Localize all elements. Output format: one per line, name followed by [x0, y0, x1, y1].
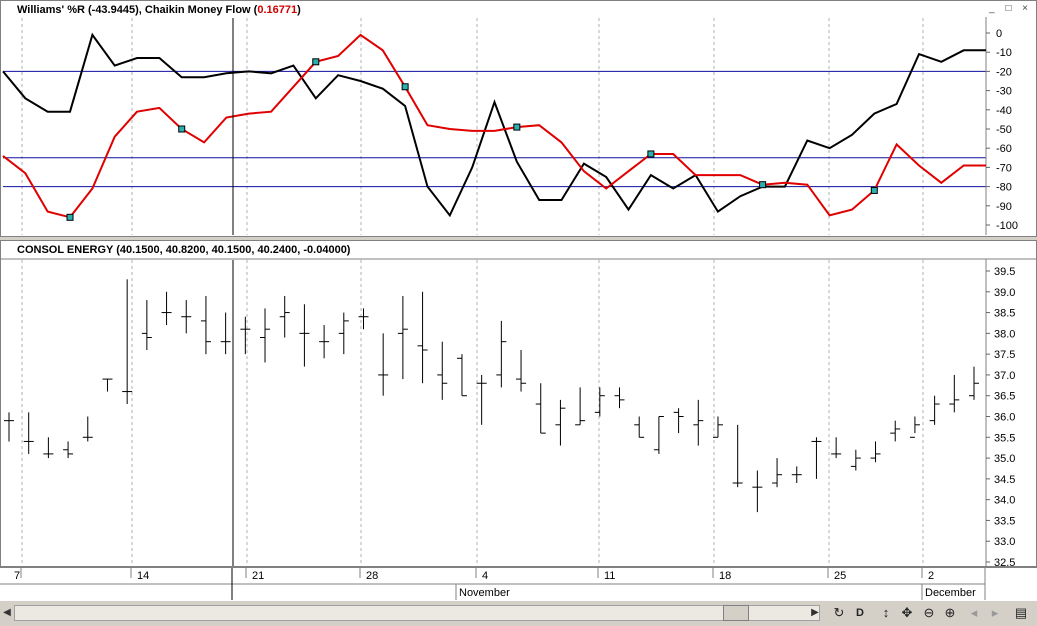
scroll-track[interactable]: [14, 605, 820, 621]
y-tick-label: -40: [996, 105, 1012, 117]
y-tick-label: 35.5: [994, 432, 1015, 444]
date-label: 21: [252, 570, 264, 582]
plot-area: [3, 259, 986, 565]
y-tick-label: 34.0: [994, 495, 1015, 507]
y-tick-label: -20: [996, 66, 1012, 78]
y-tick-label: 33.5: [994, 515, 1015, 527]
refresh-icon[interactable]: ↻: [830, 604, 848, 622]
date-label: 7: [14, 570, 20, 582]
date-label: 4: [482, 570, 488, 582]
data-marker: [178, 125, 186, 133]
y-tick-label: 35.0: [994, 453, 1015, 465]
scroll-left-icon[interactable]: ◀: [0, 605, 14, 621]
zoom-in-icon[interactable]: ⊕: [941, 604, 959, 622]
date-label: 28: [366, 570, 378, 582]
y-tick-label: 34.5: [994, 474, 1015, 486]
price-chart[interactable]: 39.5 39.0 38.5 38.0 37.5 37.0 36.5 36.0 35.5 35.0…: [1, 241, 1036, 566]
y-tick-label: 36.0: [994, 412, 1015, 424]
date-label: 18: [719, 570, 731, 582]
y-tick-label: 39.5: [994, 266, 1015, 278]
y-tick-label: 37.0: [994, 370, 1015, 382]
month-label: November: [459, 587, 510, 599]
y-tick-label: -100: [996, 220, 1018, 232]
data-marker: [870, 186, 878, 194]
date-label: 25: [834, 570, 846, 582]
y-tick-label: 38.0: [994, 328, 1015, 340]
nav-left-icon[interactable]: ◂: [965, 604, 983, 622]
scroll-thumb[interactable]: [723, 605, 749, 621]
y-tick-label: 36.5: [994, 391, 1015, 403]
vertical-resize-icon[interactable]: ↕: [877, 604, 895, 622]
y-tick-label: 33.0: [994, 536, 1015, 548]
plot-area: [3, 17, 986, 235]
nav-right-icon[interactable]: ▸: [986, 604, 1004, 622]
data-marker: [759, 181, 767, 189]
indicator-panel: Williams' %R (-43.9445), Chaikin Money F…: [0, 0, 1037, 237]
y-tick-label: -60: [996, 143, 1012, 155]
data-marker: [647, 150, 655, 158]
date-label: 14: [137, 570, 149, 582]
date-label: 2: [928, 570, 934, 582]
date-label: 11: [604, 570, 615, 582]
zoom-out-icon[interactable]: ⊖: [920, 604, 938, 622]
period-button[interactable]: D: [851, 604, 869, 622]
y-tick-label: -50: [996, 124, 1012, 136]
price-panel: CONSOL ENERGY (40.1500, 40.8200, 40.1500…: [0, 240, 1037, 567]
y-tick-label: 0: [996, 28, 1002, 40]
data-marker: [401, 83, 409, 91]
y-tick-label: 32.5: [994, 557, 1015, 566]
y-tick-label: 39.0: [994, 287, 1015, 299]
y-tick-label: 37.5: [994, 349, 1015, 361]
grid-menu-icon[interactable]: ▤: [1012, 604, 1030, 622]
move-icon[interactable]: ✥: [898, 604, 916, 622]
data-marker: [513, 123, 521, 131]
y-tick-label: 38.5: [994, 308, 1015, 320]
y-tick-label: -70: [996, 162, 1012, 174]
data-marker: [312, 58, 320, 66]
y-tick-label: -90: [996, 201, 1012, 213]
scroll-right-icon[interactable]: ▶: [808, 605, 822, 621]
scroll-toolbar: ◀ ▶ ↻ D ↕ ✥ ⊖ ⊕ ◂ ▸ ▤: [0, 600, 1037, 626]
y-tick-label: -80: [996, 182, 1012, 194]
date-axis: 7 14 21 28 4 11 18 25 2 November December: [0, 567, 1037, 600]
y-tick-label: -10: [996, 47, 1012, 59]
y-tick-label: -30: [996, 86, 1012, 98]
month-label: December: [925, 587, 976, 599]
data-marker: [66, 213, 74, 221]
indicator-chart[interactable]: 0 -10 -20 -30 -40 -50 -60 -70 -80 -90 -100: [1, 1, 1036, 236]
